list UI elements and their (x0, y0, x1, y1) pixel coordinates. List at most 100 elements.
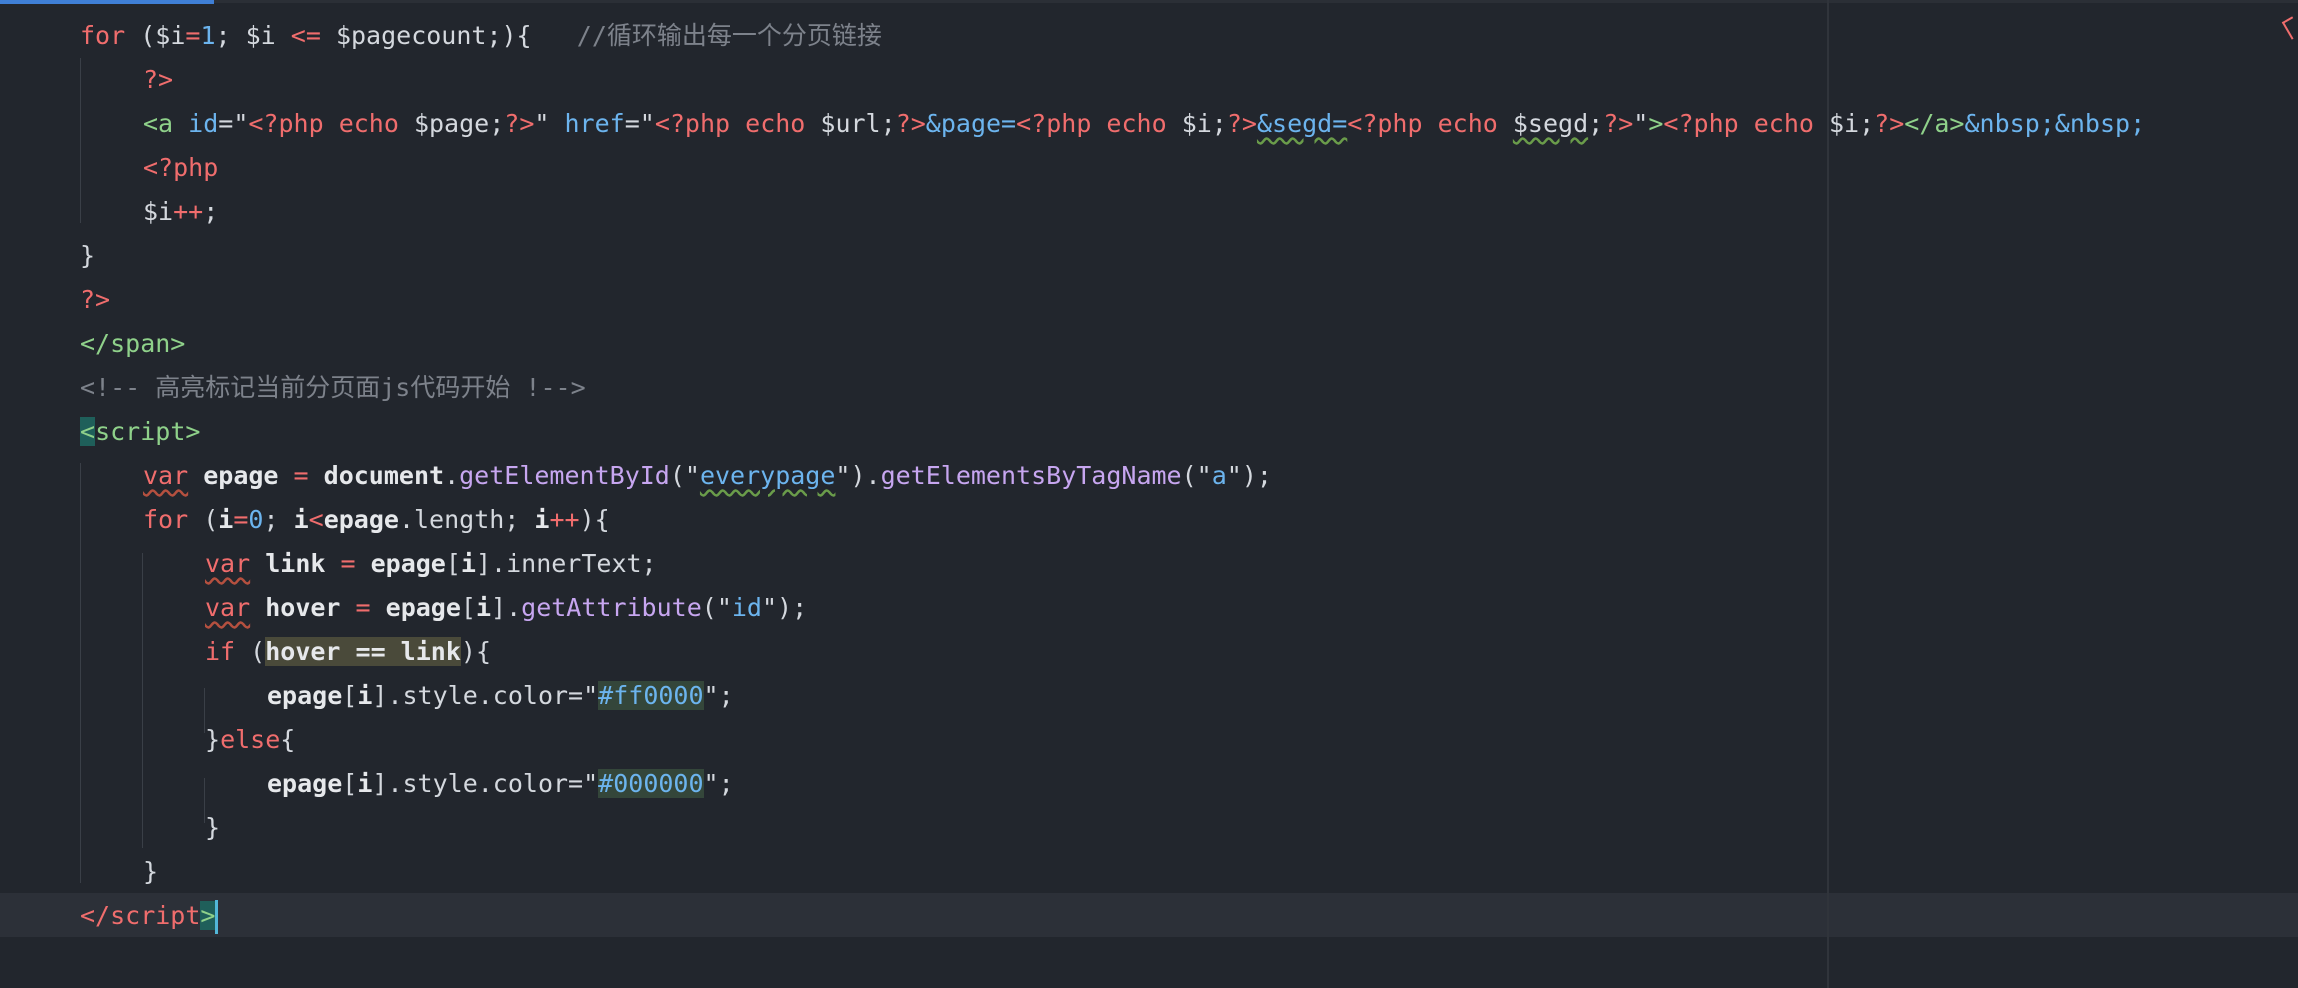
code-token: $i (143, 197, 174, 226)
active-tab-indicator[interactable] (0, 0, 214, 4)
code-token: $i (155, 21, 186, 50)
code-line[interactable]: <?php (0, 146, 2298, 190)
code-line[interactable]: for (i=0; i<epage.length; i++){ (0, 498, 2298, 542)
code-line[interactable]: }else{ (0, 718, 2298, 762)
code-line[interactable]: <script> (0, 410, 2298, 454)
code-token: href (549, 109, 625, 138)
code-token: <?php (248, 109, 324, 138)
code-line[interactable]: <!-- 高亮标记当前分页面js代码开始 !--> (0, 366, 2298, 410)
code-token: "; (703, 681, 734, 710)
code-token: .length; (398, 505, 535, 534)
code-token: } (205, 725, 221, 754)
code-line[interactable]: if (hover == link){ (0, 630, 2298, 674)
code-token: ( (235, 637, 266, 666)
code-token: echo (730, 109, 821, 138)
code-token: id (731, 593, 762, 622)
code-token: </script (80, 901, 201, 930)
code-token: ?> (504, 109, 535, 138)
code-token: ?> (1226, 109, 1257, 138)
code-token: [ (460, 593, 476, 622)
code-token: =" (624, 109, 655, 138)
code-token: <?php (143, 153, 219, 182)
code-token: </a> (1904, 109, 1965, 138)
code-lines[interactable]: for ($i=1; $i <= $pagecount;){ //循环输出每一个… (0, 14, 2298, 938)
code-token: 1 (200, 21, 216, 50)
code-token: = (278, 461, 324, 490)
code-token: $i (1181, 109, 1212, 138)
code-token: &page= (925, 109, 1017, 138)
code-token: var (143, 461, 189, 490)
code-token: i (357, 681, 373, 710)
code-line[interactable]: ?> (0, 58, 2298, 102)
code-token: echo (323, 109, 414, 138)
code-line[interactable]: for ($i=1; $i <= $pagecount;){ //循环输出每一个… (0, 14, 2298, 58)
code-token: [ (342, 681, 358, 710)
code-token: > (1648, 109, 1664, 138)
code-token: =" (218, 109, 249, 138)
code-token: <?php (1347, 109, 1423, 138)
code-token: <= (275, 21, 336, 50)
code-token: for (80, 21, 126, 50)
code-line[interactable]: ?> (0, 278, 2298, 322)
code-token: } (143, 857, 159, 886)
code-line[interactable]: epage[i].style.color="#ff0000"; (0, 674, 2298, 718)
code-token: var (205, 593, 251, 622)
code-token: = (185, 21, 201, 50)
code-token: " (534, 109, 550, 138)
code-token: epage (323, 505, 399, 534)
code-line[interactable]: } (0, 234, 2298, 278)
code-token: } (80, 241, 96, 270)
code-editor[interactable]: for ($i=1; $i <= $pagecount;){ //循环输出每一个… (0, 0, 2298, 988)
code-token: ].style.color=" (372, 769, 599, 798)
code-token: <!-- 高亮标记当前分页面js代码开始 !--> (80, 373, 586, 402)
code-token: ].innerText; (475, 549, 657, 578)
code-line[interactable]: </span> (0, 322, 2298, 366)
code-token: <a (143, 109, 174, 138)
code-token: i (475, 593, 492, 622)
code-token: i (534, 505, 550, 534)
code-token: script (95, 417, 186, 446)
code-token: a (1211, 461, 1227, 490)
code-line[interactable]: $i++; (0, 190, 2298, 234)
code-token: i (460, 549, 476, 578)
code-token: ; (1588, 109, 1604, 138)
code-token: { (280, 725, 296, 754)
code-token: epage (385, 593, 461, 622)
code-token: link (265, 549, 326, 578)
code-token: document (323, 461, 445, 490)
code-line[interactable]: </script> (0, 894, 2298, 938)
code-line[interactable]: var hover = epage[i].getAttribute("id"); (0, 586, 2298, 630)
code-token: if (205, 637, 236, 666)
code-token: ){ (579, 505, 610, 534)
code-token: ; (215, 21, 246, 50)
code-token: i (218, 505, 234, 534)
code-token: $i (245, 21, 276, 50)
code-token: //循环输出每一个分页链接 (531, 21, 882, 50)
code-token: ( (125, 21, 156, 50)
code-line[interactable]: var link = epage[i].innerText; (0, 542, 2298, 586)
code-line[interactable]: var epage = document.getElementById("eve… (0, 454, 2298, 498)
code-token: i (357, 769, 373, 798)
code-token: ;){ (486, 21, 532, 50)
code-line[interactable]: epage[i].style.color="#000000"; (0, 762, 2298, 806)
code-line[interactable]: } (0, 806, 2298, 850)
code-token: epage (267, 769, 343, 798)
code-token: [ (445, 549, 461, 578)
code-token: < (308, 505, 324, 534)
code-token: ( (188, 505, 219, 534)
code-token: $page (413, 109, 490, 138)
code-token: &segd= (1256, 109, 1348, 138)
code-token: ; (1211, 109, 1227, 138)
code-token: (" (701, 593, 732, 622)
code-line[interactable]: } (0, 850, 2298, 894)
code-token: $pagecount (335, 21, 487, 50)
code-token: ?> (1874, 109, 1905, 138)
code-token: hover == link (265, 637, 461, 666)
code-token: ]. (491, 593, 522, 622)
code-token: ?> (143, 65, 174, 94)
code-token: echo (1422, 109, 1513, 138)
code-line[interactable]: <a id="<?php echo $page;?>" href="<?php … (0, 102, 2298, 146)
